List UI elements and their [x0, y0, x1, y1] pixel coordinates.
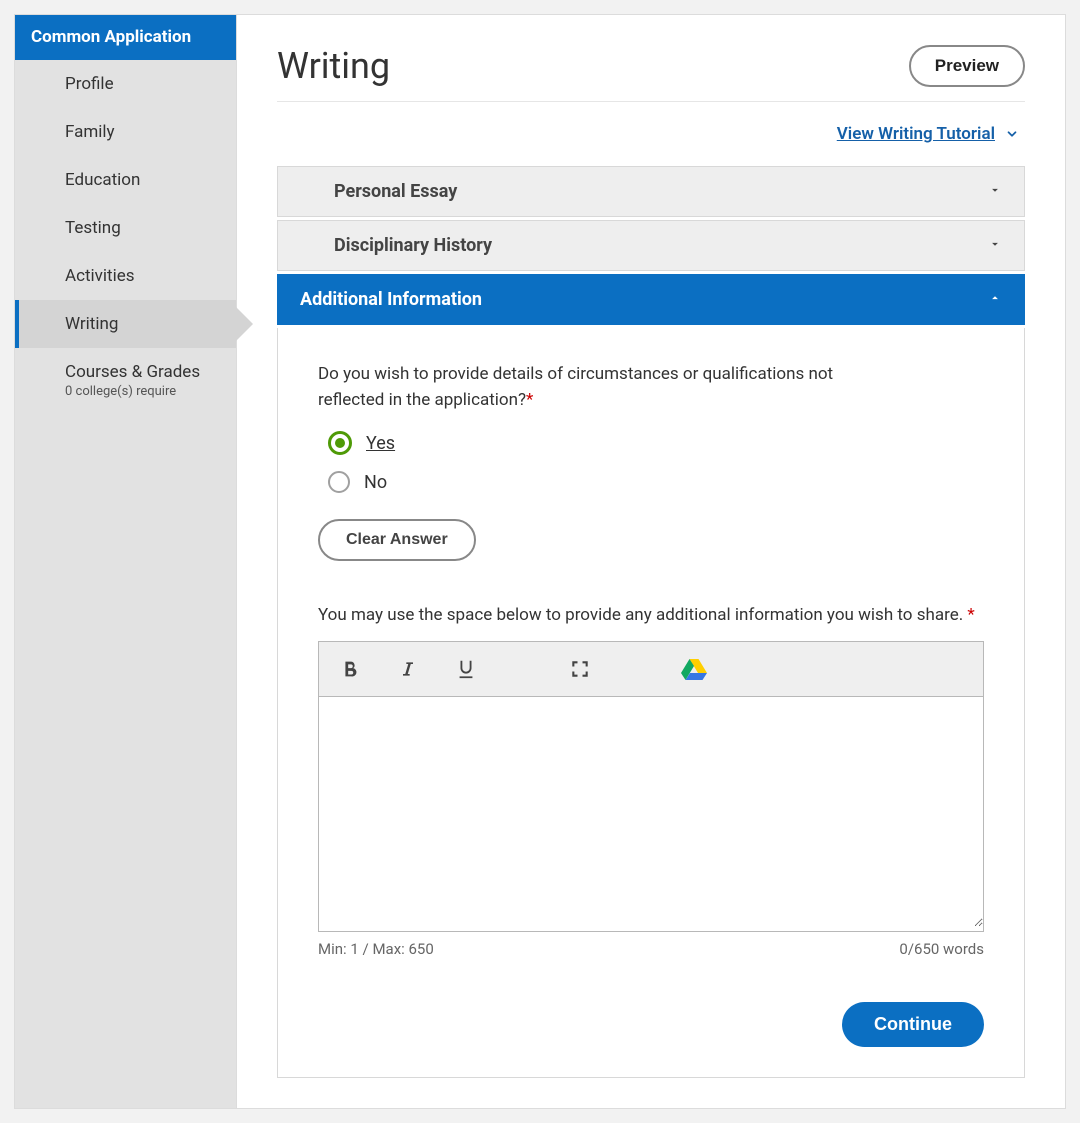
- app-frame: Common Application Profile Family Educat…: [14, 14, 1066, 1109]
- fullscreen-icon[interactable]: [567, 656, 593, 682]
- accordion-disciplinary-history[interactable]: Disciplinary History: [277, 220, 1025, 271]
- sidebar-item-label: Testing: [65, 218, 121, 238]
- radio-yes[interactable]: Yes: [328, 431, 984, 455]
- footer-actions: Continue: [318, 1002, 984, 1047]
- editor-toolbar: [319, 642, 983, 697]
- radio-group-provide-details: Yes No: [328, 431, 984, 493]
- sidebar-item-profile[interactable]: Profile: [15, 60, 236, 108]
- sidebar-item-label: Courses & Grades: [65, 362, 200, 382]
- main-content: Writing Preview View Writing Tutorial Pe…: [237, 15, 1065, 1108]
- rich-text-editor: [318, 641, 984, 932]
- view-tutorial-link[interactable]: View Writing Tutorial: [837, 124, 995, 144]
- radio-icon-selected: [328, 431, 352, 455]
- radio-icon: [328, 471, 350, 493]
- sidebar-title: Common Application: [15, 15, 236, 60]
- accordion-title: Personal Essay: [334, 181, 457, 202]
- sidebar-item-label: Education: [65, 170, 140, 190]
- accordion-additional-information[interactable]: Additional Information: [277, 274, 1025, 325]
- radio-no[interactable]: No: [328, 471, 984, 493]
- italic-icon[interactable]: [395, 656, 421, 682]
- editor-prompt: You may use the space below to provide a…: [318, 605, 984, 625]
- caret-up-icon: [988, 290, 1002, 309]
- bold-icon[interactable]: [337, 656, 363, 682]
- accordion-title: Additional Information: [300, 289, 482, 310]
- tutorial-row: View Writing Tutorial: [277, 124, 1025, 144]
- question-provide-details: Do you wish to provide details of circum…: [318, 362, 878, 413]
- sidebar-item-testing[interactable]: Testing: [15, 204, 236, 252]
- additional-info-textarea[interactable]: [319, 697, 983, 927]
- sidebar-item-courses-grades[interactable]: Courses & Grades 0 college(s) require: [15, 348, 236, 413]
- accordion-personal-essay[interactable]: Personal Essay: [277, 166, 1025, 217]
- required-asterisk: *: [526, 390, 533, 410]
- radio-label: Yes: [366, 433, 395, 454]
- underline-icon[interactable]: [453, 656, 479, 682]
- continue-button[interactable]: Continue: [842, 1002, 984, 1047]
- page-title: Writing: [277, 45, 390, 87]
- preview-button[interactable]: Preview: [909, 45, 1025, 87]
- editor-word-count: 0/650 words: [899, 940, 984, 958]
- caret-down-icon: [988, 182, 1002, 201]
- chevron-down-icon: [1005, 127, 1025, 141]
- radio-label: No: [364, 472, 387, 493]
- sidebar-item-sublabel: 0 college(s) require: [65, 384, 220, 399]
- caret-down-icon: [988, 236, 1002, 255]
- editor-meta: Min: 1 / Max: 650 0/650 words: [318, 940, 984, 958]
- sidebar-item-label: Family: [65, 122, 115, 142]
- required-asterisk: *: [967, 605, 974, 625]
- clear-answer-button[interactable]: Clear Answer: [318, 519, 476, 561]
- accordion-title: Disciplinary History: [334, 235, 492, 256]
- editor-area: [319, 697, 983, 931]
- editor-min-max: Min: 1 / Max: 650: [318, 940, 434, 958]
- sidebar-item-family[interactable]: Family: [15, 108, 236, 156]
- sidebar-item-label: Activities: [65, 266, 135, 286]
- sidebar-item-label: Profile: [65, 74, 114, 94]
- google-drive-icon[interactable]: [681, 656, 707, 682]
- sidebar-item-writing[interactable]: Writing: [15, 300, 236, 348]
- sidebar: Common Application Profile Family Educat…: [15, 15, 237, 1108]
- accordion-body-additional-information: Do you wish to provide details of circum…: [277, 328, 1025, 1078]
- sidebar-item-education[interactable]: Education: [15, 156, 236, 204]
- main-header: Writing Preview: [277, 45, 1025, 102]
- sidebar-item-activities[interactable]: Activities: [15, 252, 236, 300]
- sidebar-item-label: Writing: [65, 314, 118, 334]
